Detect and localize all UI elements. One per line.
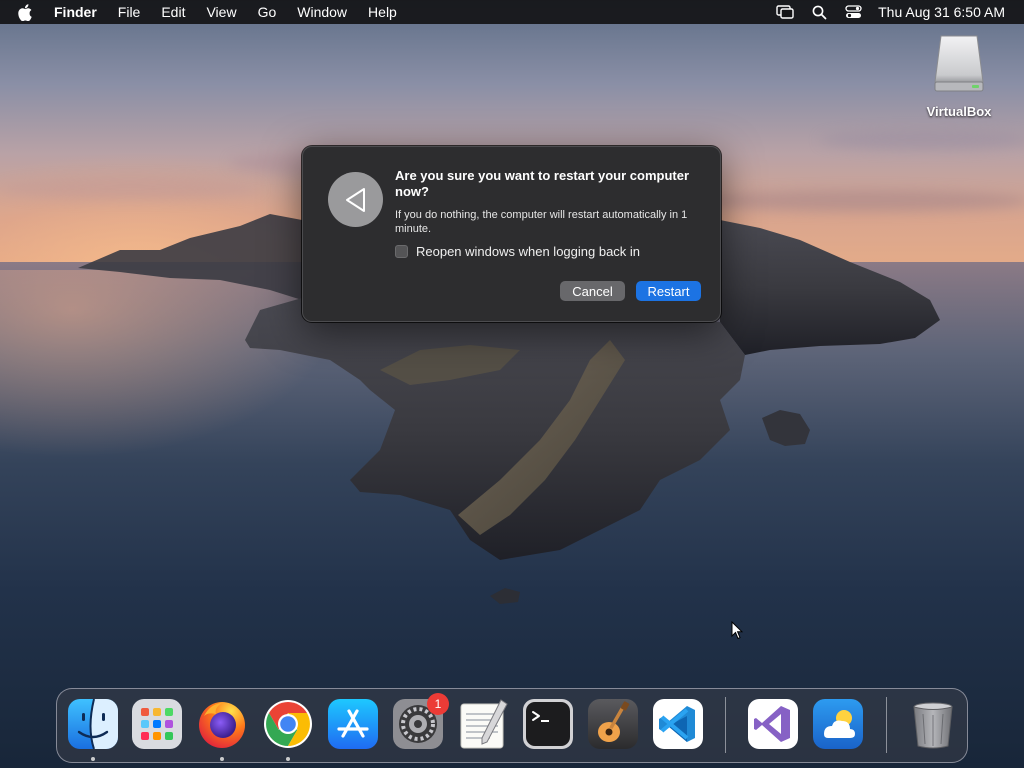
- finder-icon[interactable]: [67, 698, 119, 750]
- menu-view[interactable]: View: [206, 4, 236, 20]
- menu-bar: Finder File Edit View Go Window Help Thu…: [0, 0, 1024, 24]
- menu-window[interactable]: Window: [297, 4, 347, 20]
- control-center-icon[interactable]: [844, 4, 862, 20]
- textedit-icon[interactable]: [457, 698, 509, 750]
- status-area: Thu Aug 31 6:50 AM: [760, 4, 1005, 20]
- dialog-message: If you do nothing, the computer will res…: [395, 209, 688, 235]
- dock: 1: [56, 688, 968, 763]
- reopen-windows-label: Reopen windows when logging back in: [416, 244, 641, 259]
- desktop-item-label: VirtualBox: [926, 104, 992, 119]
- menu-go[interactable]: Go: [258, 4, 277, 20]
- running-indicator: [91, 757, 95, 761]
- dialog-title: Are you sure you want to restart your co…: [395, 168, 690, 199]
- screen-mirroring-icon[interactable]: [776, 4, 794, 20]
- weather-icon[interactable]: [812, 698, 864, 750]
- firefox-icon[interactable]: [196, 698, 248, 750]
- running-indicator: [286, 757, 290, 761]
- terminal-icon[interactable]: [522, 698, 574, 750]
- menu-app-name[interactable]: Finder: [54, 4, 97, 20]
- running-indicator: [220, 757, 224, 761]
- chrome-icon[interactable]: [262, 698, 314, 750]
- dock-separator: [886, 697, 887, 753]
- reopen-windows-checkbox[interactable]: [395, 245, 408, 258]
- vscode-icon[interactable]: [652, 698, 704, 750]
- restart-icon: [328, 172, 383, 227]
- restart-button[interactable]: Restart: [636, 281, 701, 301]
- spotlight-search-icon[interactable]: [810, 4, 828, 20]
- menu-bar-clock[interactable]: Thu Aug 31 6:50 AM: [878, 4, 1005, 20]
- launchpad-icon[interactable]: [131, 698, 183, 750]
- menu-help[interactable]: Help: [368, 4, 397, 20]
- restart-confirmation-dialog: Are you sure you want to restart your co…: [302, 146, 721, 322]
- trash-icon[interactable]: [907, 698, 959, 750]
- external-drive-icon: [931, 34, 987, 94]
- desktop-wallpaper: [0, 0, 1024, 768]
- garageband-icon[interactable]: [587, 698, 639, 750]
- mouse-pointer-icon: [731, 621, 743, 640]
- visual-studio-icon[interactable]: [747, 698, 799, 750]
- menu-edit[interactable]: Edit: [161, 4, 185, 20]
- cancel-button[interactable]: Cancel: [560, 281, 625, 301]
- app-store-icon[interactable]: [327, 698, 379, 750]
- notification-badge: 1: [427, 693, 449, 715]
- reopen-windows-option[interactable]: Reopen windows when logging back in: [395, 244, 640, 259]
- desktop-item-virtualbox[interactable]: VirtualBox: [924, 34, 994, 119]
- menu-file[interactable]: File: [118, 4, 141, 20]
- apple-menu-icon[interactable]: [18, 3, 34, 21]
- wallpaper-island: [78, 214, 940, 604]
- dock-separator: [725, 697, 726, 753]
